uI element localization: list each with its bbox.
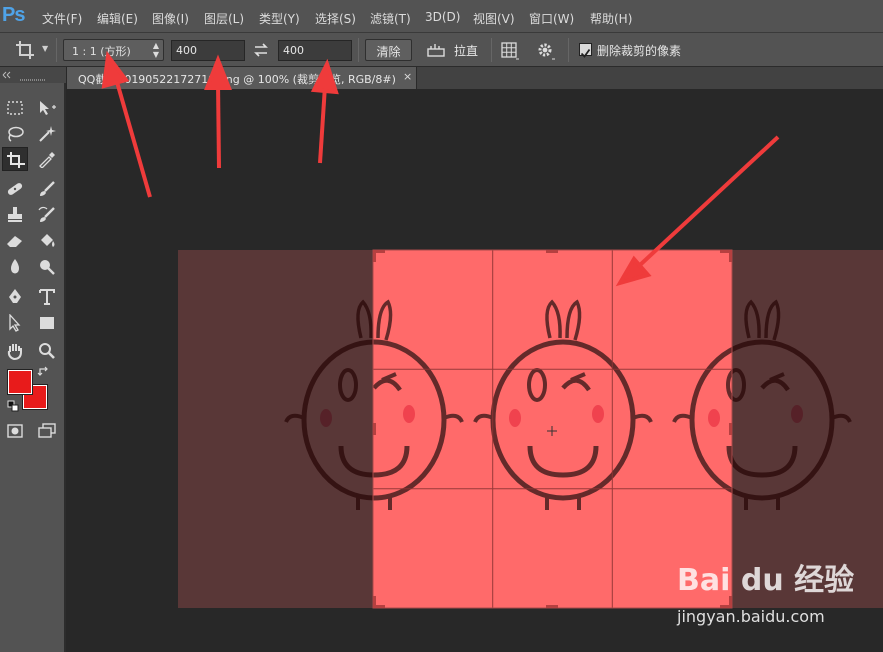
photoshop-window: Ps 文件(F) 编辑(E) 图像(I) 图层(L) 类型(Y) 选择(S) 滤… bbox=[0, 0, 883, 652]
watermark: Bai du 经验 jingyan.baidu.com bbox=[677, 555, 877, 635]
watermark-brand: Bai du 经验 bbox=[677, 563, 855, 598]
watermark-url: jingyan.baidu.com bbox=[677, 607, 825, 626]
arrow-icon bbox=[101, 50, 780, 287]
